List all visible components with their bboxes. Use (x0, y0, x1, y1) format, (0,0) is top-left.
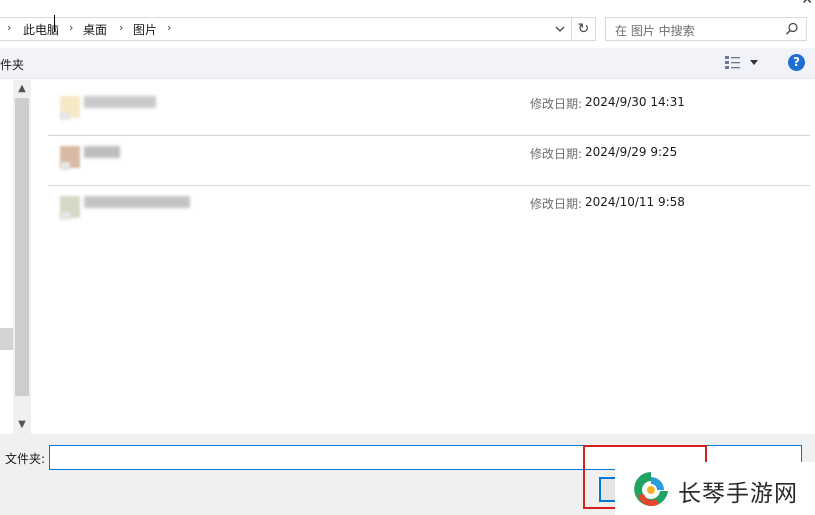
search-box[interactable]: 在 图片 中搜索 (605, 17, 807, 41)
scroll-up-arrow-icon[interactable]: ▲ (13, 80, 31, 98)
watermark-logo-icon (634, 472, 668, 507)
breadcrumb-chevron-icon[interactable]: › (119, 21, 123, 34)
file-name-blurred (84, 196, 190, 208)
file-name-blurred (84, 96, 156, 108)
chevron-down-icon[interactable] (552, 21, 568, 37)
scrollbar-thumb[interactable] (15, 98, 29, 396)
list-item[interactable]: 修改日期: 2024/10/11 9:58 (48, 186, 810, 236)
search-placeholder: 在 图片 中搜索 (615, 24, 695, 38)
nav-selected-item[interactable] (0, 328, 13, 350)
details-view-icon[interactable] (724, 55, 742, 71)
scroll-down-arrow-icon[interactable]: ▼ (13, 416, 31, 434)
watermark: 长琴手游网 (615, 462, 815, 515)
folder-field-label: 文件夹: (5, 452, 46, 466)
file-name-blurred (84, 146, 120, 158)
modified-date: 2024/10/11 9:58 (585, 195, 685, 209)
list-item[interactable]: 修改日期: 2024/9/29 9:25 (48, 136, 810, 186)
modified-label: 修改日期: (530, 147, 583, 161)
file-subtext-blurred (60, 162, 70, 170)
nav-scrollbar[interactable]: ▲ ▼ (13, 80, 31, 434)
breadcrumb-chevron-icon[interactable]: › (7, 21, 11, 34)
file-subtext-blurred (60, 112, 70, 120)
address-row: ✕ › 此电脑 › 桌面 › 图片 › ↻ 在 图片 中搜索 (0, 0, 815, 48)
new-folder-button[interactable]: 件夹 (0, 56, 24, 73)
address-bar[interactable]: › 此电脑 › 桌面 › 图片 › (0, 17, 572, 41)
text-caret (54, 15, 55, 32)
modified-label: 修改日期: (530, 97, 583, 111)
modified-label: 修改日期: (530, 197, 583, 211)
watermark-text: 长琴手游网 (678, 481, 798, 507)
list-item[interactable]: 修改日期: 2024/9/30 14:31 (48, 86, 810, 136)
close-icon[interactable]: ✕ (801, 0, 813, 8)
navigation-pane[interactable]: ▲ ▼ (0, 80, 32, 434)
refresh-button[interactable]: ↻ (572, 17, 596, 41)
breadcrumb-desktop[interactable]: 桌面 (83, 21, 107, 38)
caret-down-icon[interactable] (749, 57, 759, 67)
help-icon[interactable]: ? (788, 54, 805, 71)
folder-picker-dialog: ✕ › 此电脑 › 桌面 › 图片 › ↻ 在 图片 中搜索 件夹 ? ▲ ▼ … (0, 0, 815, 515)
file-subtext-blurred (60, 212, 70, 220)
modified-date: 2024/9/30 14:31 (585, 95, 685, 109)
modified-date: 2024/9/29 9:25 (585, 145, 678, 159)
search-icon[interactable] (785, 22, 799, 36)
breadcrumb-pictures[interactable]: 图片 (133, 21, 157, 38)
breadcrumb-chevron-icon[interactable]: › (69, 21, 73, 34)
file-list: 修改日期: 2024/9/30 14:31 修改日期: 2024/9/29 9:… (48, 86, 810, 434)
command-toolbar: 件夹 ? (0, 48, 815, 79)
breadcrumb-chevron-icon[interactable]: › (167, 21, 171, 34)
